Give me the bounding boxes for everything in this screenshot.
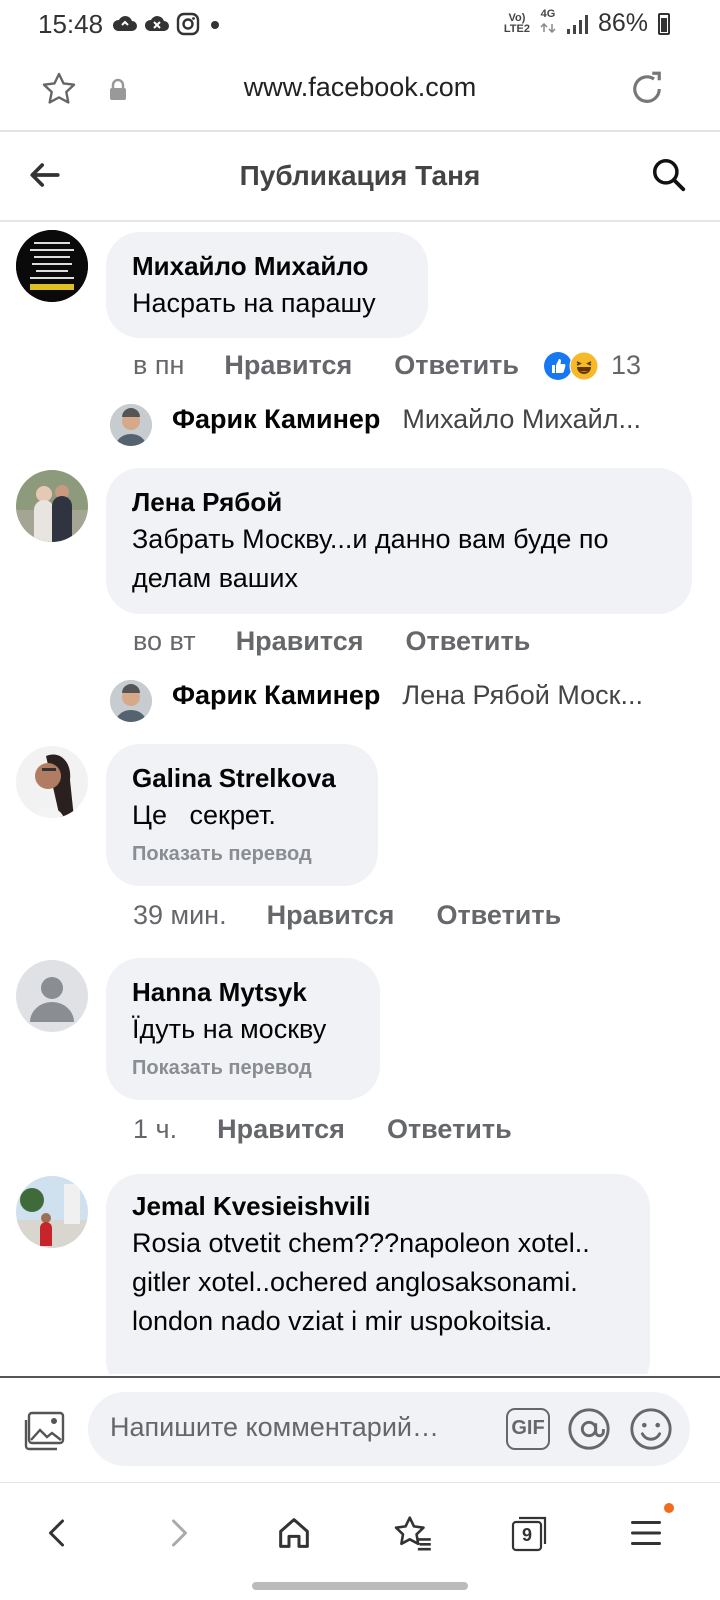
show-translation-link[interactable]: Показать перевод bbox=[132, 1057, 354, 1080]
comment-time[interactable]: 1 ч. bbox=[133, 1114, 177, 1145]
emoji-icon[interactable] bbox=[628, 1406, 674, 1452]
comment-author[interactable]: Galina Strelkova bbox=[132, 760, 352, 796]
comment-text: Їдуть на москву bbox=[132, 1014, 327, 1044]
avatar-poster-icon bbox=[16, 230, 88, 302]
gif-button[interactable]: GIF bbox=[506, 1408, 550, 1450]
avatar[interactable] bbox=[16, 230, 88, 302]
battery-icon bbox=[658, 12, 670, 35]
comment-bubble[interactable]: Galina Strelkova Це секрет. Показать пер… bbox=[106, 744, 378, 886]
reply-button[interactable]: Ответить bbox=[394, 350, 519, 381]
avatar-outdoor-icon bbox=[16, 1176, 88, 1248]
battery-percent: 86% bbox=[597, 9, 648, 37]
mention-icon[interactable] bbox=[566, 1406, 612, 1452]
reactions-summary[interactable]: 13 bbox=[543, 350, 641, 381]
bookmarks-icon[interactable] bbox=[392, 1513, 434, 1553]
comment-author[interactable]: Лена Рябой bbox=[132, 484, 666, 520]
reload-icon[interactable] bbox=[626, 68, 668, 110]
cloud-sync-icon bbox=[112, 16, 137, 31]
reply-button[interactable]: Ответить bbox=[436, 900, 561, 931]
search-icon[interactable] bbox=[650, 156, 688, 194]
like-button[interactable]: Нравится bbox=[267, 900, 395, 931]
show-translation-link[interactable]: Показать перевод bbox=[132, 843, 352, 866]
avatar[interactable] bbox=[110, 404, 152, 446]
notification-icons bbox=[112, 12, 224, 36]
comment-actions: в пн Нравится Ответить 13 bbox=[133, 350, 641, 381]
reply-text: Михайло Михайл... bbox=[402, 404, 641, 434]
reaction-count: 13 bbox=[611, 350, 642, 380]
signal-icon bbox=[566, 14, 588, 34]
avatar[interactable] bbox=[16, 746, 88, 818]
comment-bubble[interactable]: Михайло Михайло Насрать на парашу bbox=[106, 232, 428, 338]
status-bar: 15:48 Vo) LTE2 4G 86% bbox=[0, 0, 720, 50]
url-text[interactable]: www.facebook.com bbox=[0, 72, 720, 103]
cloud-off-icon bbox=[144, 16, 169, 31]
comment-bubble[interactable]: Лена Рябой Забрать Москву...и данно вам … bbox=[106, 468, 692, 614]
avatar[interactable] bbox=[110, 680, 152, 722]
comment-actions: во вт Нравится Ответить bbox=[133, 626, 572, 657]
default-avatar-icon bbox=[16, 960, 88, 1032]
comment-time[interactable]: во вт bbox=[133, 626, 196, 657]
like-button[interactable]: Нравится bbox=[217, 1114, 345, 1145]
comment-bubble[interactable]: Hanna Mytsyk Їдуть на москву Показать пе… bbox=[106, 958, 380, 1100]
comment-composer: Напишите комментарий… GIF bbox=[0, 1376, 720, 1480]
avatar[interactable] bbox=[16, 960, 88, 1032]
like-button[interactable]: Нравится bbox=[236, 626, 364, 657]
avatar-person-icon bbox=[110, 404, 152, 446]
comment-actions: 1 ч. Нравится Ответить bbox=[133, 1114, 554, 1145]
status-right: Vo) LTE2 4G 86% bbox=[504, 9, 670, 38]
comment-actions: 39 мин. Нравится Ответить bbox=[133, 900, 603, 931]
like-button[interactable]: Нравится bbox=[224, 350, 352, 381]
photo-gallery-icon[interactable] bbox=[22, 1410, 68, 1452]
comment-text: Це секрет. bbox=[132, 800, 276, 830]
home-icon[interactable] bbox=[274, 1513, 314, 1553]
notification-dot bbox=[664, 1503, 674, 1513]
forward-icon[interactable] bbox=[160, 1515, 196, 1551]
comment-text: Насрать на парашу bbox=[132, 288, 376, 318]
comment-placeholder[interactable]: Напишите комментарий… bbox=[110, 1412, 439, 1443]
reply-button[interactable]: Ответить bbox=[387, 1114, 512, 1145]
comment-input[interactable]: Напишите комментарий… GIF bbox=[88, 1392, 690, 1466]
network-indicator: 4G bbox=[540, 9, 556, 38]
comment-author[interactable]: Михайло Михайло bbox=[132, 248, 402, 284]
instagram-icon bbox=[176, 12, 200, 36]
comment-time[interactable]: 39 мин. bbox=[133, 900, 227, 931]
browser-bar: www.facebook.com bbox=[0, 50, 720, 132]
reply-text: Лена Рябой Моск... bbox=[402, 680, 643, 710]
gif-label: GIF bbox=[511, 1417, 545, 1439]
avatar[interactable] bbox=[16, 470, 88, 542]
comment-author[interactable]: Hanna Mytsyk bbox=[132, 974, 354, 1010]
comment-text: Rosia otvetit chem???napoleon xotel.. gi… bbox=[132, 1228, 590, 1336]
status-time: 15:48 bbox=[38, 9, 104, 39]
dot-icon bbox=[211, 21, 219, 29]
avatar-couple-icon bbox=[16, 470, 88, 542]
data-arrows-icon bbox=[540, 22, 556, 34]
avatar-person-icon bbox=[110, 680, 152, 722]
comments-list: Михайло Михайло Насрать на парашу в пн Н… bbox=[0, 222, 720, 1374]
comment-bubble[interactable]: Jemal Kvesieishvili Rosia otvetit chem??… bbox=[106, 1174, 650, 1374]
page-title: Публикация Таня bbox=[239, 160, 481, 191]
tabs-button[interactable]: 9 bbox=[510, 1513, 550, 1553]
avatar-woman-icon bbox=[16, 746, 88, 818]
reply-author[interactable]: Фарик Каминер bbox=[172, 680, 380, 711]
haha-reaction-icon bbox=[569, 351, 599, 380]
reply-preview[interactable]: Фарик Каминер Михайло Михайл... bbox=[110, 404, 690, 446]
menu-icon[interactable] bbox=[628, 1515, 664, 1551]
reply-preview[interactable]: Фарик Каминер Лена Рябой Моск... bbox=[110, 680, 690, 722]
reply-button[interactable]: Ответить bbox=[406, 626, 531, 657]
post-header: Публикация Таня bbox=[0, 132, 720, 222]
avatar[interactable] bbox=[16, 1176, 88, 1248]
tab-count: 9 bbox=[521, 1525, 532, 1545]
gesture-bar[interactable] bbox=[252, 1582, 468, 1590]
comment-text: Забрать Москву...и данно вам буде по дел… bbox=[132, 524, 609, 593]
comment-time[interactable]: в пн bbox=[133, 350, 184, 381]
comment-author[interactable]: Jemal Kvesieishvili bbox=[132, 1188, 624, 1224]
volte-indicator: Vo) LTE2 bbox=[503, 11, 530, 35]
reply-author[interactable]: Фарик Каминер bbox=[172, 404, 380, 435]
back-icon[interactable] bbox=[40, 1515, 76, 1551]
